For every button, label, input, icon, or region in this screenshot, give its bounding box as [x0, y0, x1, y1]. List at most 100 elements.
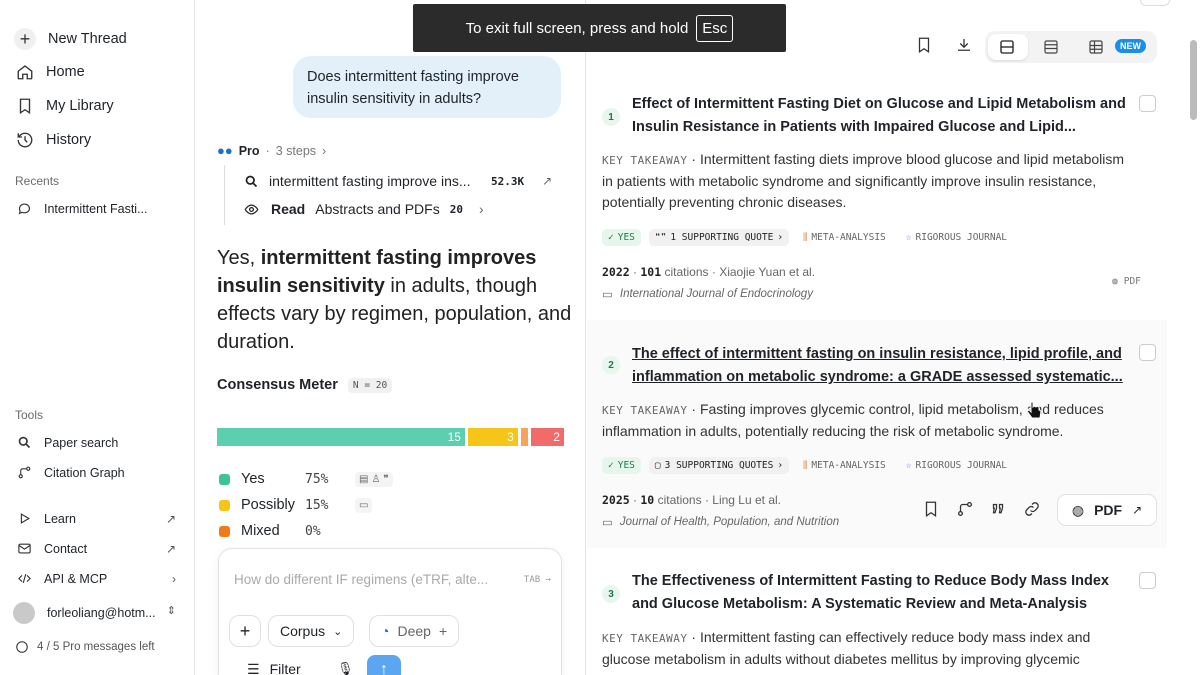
- meta-analysis-icon: ⫼: [803, 460, 808, 471]
- home-icon: [17, 65, 33, 80]
- chevron-right-icon: ›: [777, 232, 784, 243]
- sidebar-item-contact[interactable]: Contact: [17, 541, 87, 556]
- evidence-icons[interactable]: ▭: [355, 497, 373, 513]
- paper-authors: Xiaojie Yuan et al.: [719, 265, 816, 279]
- external-link-icon: ↗: [165, 542, 176, 556]
- sidebar-item-citation-graph[interactable]: Citation Graph: [17, 465, 125, 480]
- cite-button[interactable]: [989, 500, 1009, 520]
- pro-messages-status: 4 / 5 Pro messages left: [15, 640, 155, 654]
- microphone-icon[interactable]: 🎙: [337, 661, 354, 675]
- new-thread-label: New Thread: [48, 31, 127, 47]
- sidebar-item-label: History: [46, 132, 92, 148]
- list-view-icon[interactable]: [1042, 38, 1060, 56]
- sidebar-item-home[interactable]: Home: [16, 63, 85, 81]
- corpus-dropdown[interactable]: Corpus ⌄: [268, 615, 355, 647]
- supporting-quote-tag[interactable]: ▢ 3 SUPPORTING QUOTES ›: [648, 457, 790, 474]
- key-takeaway: KEY TAKEAWAY · Fasting improves glycemic…: [602, 401, 1104, 439]
- paper-card-1[interactable]: 1 Effect of Intermittent Fasting Diet on…: [587, 84, 1167, 314]
- plus-icon: +: [438, 623, 448, 639]
- table-view-icon[interactable]: [1087, 38, 1105, 56]
- submit-button[interactable]: ↑: [367, 655, 401, 675]
- toast-text: To exit full screen, press and hold: [465, 19, 689, 37]
- plus-icon: +: [14, 28, 36, 50]
- download-button[interactable]: [955, 36, 975, 56]
- meter-segment: [520, 428, 528, 446]
- deep-mode-toggle[interactable]: ◔ Deep +: [369, 615, 460, 647]
- copy-link-button[interactable]: [1023, 500, 1043, 520]
- pdf-label: PDF: [1094, 502, 1123, 518]
- sidebar-item-library[interactable]: My Library: [16, 97, 114, 115]
- filter-icon: ☰: [247, 661, 260, 675]
- bookmark-icon: [19, 98, 31, 115]
- sample-size-badge: N = 20: [347, 377, 393, 393]
- legend-row-possibly: Possibly 15% ▭: [219, 497, 373, 513]
- calendar-icon: ▤: [359, 473, 369, 485]
- step-read[interactable]: Read Abstracts and PDFs 20 ›: [244, 201, 484, 217]
- follow-up-input[interactable]: How do different IF regimens (eTRF, alte…: [234, 572, 514, 587]
- sidebar-item-learn[interactable]: Learn: [17, 511, 76, 526]
- step-read-text: Abstracts and PDFs: [315, 201, 440, 217]
- sidebar-item-label: Citation Graph: [44, 465, 125, 480]
- paper-select-checkbox[interactable]: [1139, 95, 1156, 112]
- recent-thread-item[interactable]: Intermittent Fasti...: [17, 201, 148, 216]
- filter-label: Filter: [269, 661, 301, 675]
- deep-label: Deep: [397, 623, 431, 639]
- top-corner-button[interactable]: [1140, 0, 1170, 6]
- separator-dot: ·: [265, 143, 270, 158]
- legend-name: Possibly: [241, 497, 295, 513]
- results-panel: NEW 1 Effect of Intermittent Fasting Die…: [587, 0, 1200, 675]
- book-icon: ▭: [602, 289, 613, 301]
- account-email: forleoliang@hotm...: [47, 606, 156, 620]
- avatar: [13, 602, 35, 624]
- tab-hint: TAB →: [523, 575, 551, 585]
- account-menu[interactable]: forleoliang@hotm...: [13, 602, 156, 624]
- chevron-right-icon: ›: [172, 572, 176, 586]
- legend-swatch: [219, 473, 230, 485]
- quote-label: 1 SUPPORTING QUOTE: [670, 232, 774, 243]
- filter-button[interactable]: ☰ Filter: [247, 661, 301, 675]
- code-icon: [18, 573, 31, 584]
- meter-segment: 3: [467, 428, 518, 446]
- paper-card-3[interactable]: 3 The Effectiveness of Intermittent Fast…: [587, 560, 1167, 675]
- key-takeaway: KEY TAKEAWAY · Intermittent fasting diet…: [602, 151, 1125, 210]
- save-paper-button[interactable]: [922, 500, 942, 520]
- sidebar-item-history[interactable]: History: [16, 131, 91, 149]
- pdf-icon: ◍: [1112, 276, 1118, 287]
- star-icon: ☆: [905, 460, 912, 471]
- paper-title[interactable]: The Effectiveness of Intermittent Fastin…: [632, 570, 1132, 616]
- chevron-right-icon: ›: [478, 201, 484, 217]
- study-design-tag: ⫼ META-ANALYSIS: [797, 229, 892, 246]
- citation-graph-button[interactable]: [956, 500, 976, 520]
- scrollbar-thumb[interactable]: [1190, 40, 1197, 120]
- paper-select-checkbox[interactable]: [1139, 344, 1156, 361]
- scrollbar[interactable]: [1186, 0, 1200, 675]
- sidebar-item-paper-search[interactable]: Paper search: [17, 435, 118, 450]
- key-takeaway: KEY TAKEAWAY · Intermittent fasting can …: [602, 629, 1091, 667]
- hand-cursor-icon: [1026, 401, 1042, 419]
- save-button[interactable]: [915, 36, 935, 56]
- paper-title[interactable]: Effect of Intermittent Fasting Diet on G…: [632, 93, 1132, 139]
- meter-segment: 2: [530, 428, 564, 446]
- pdf-link[interactable]: ◍ PDF: [1112, 276, 1141, 287]
- evidence-icons[interactable]: ▤ ♙ ❞: [355, 471, 393, 487]
- graph-icon: [957, 501, 973, 517]
- supporting-quote-tag[interactable]: ❝❞ 1 SUPPORTING QUOTE ›: [648, 229, 790, 246]
- paper-meta: 2025 · 10 citations · Ling Lu et al.: [602, 493, 781, 507]
- legend-pct: 75%: [305, 471, 329, 487]
- pro-label: Pro: [238, 143, 260, 158]
- question-bubble: Does intermittent fasting improve insuli…: [293, 56, 561, 118]
- yes-label: YES: [617, 232, 635, 243]
- new-thread-button[interactable]: + New Thread: [14, 28, 127, 50]
- paper-select-checkbox[interactable]: [1139, 572, 1156, 589]
- yes-tag: ✓ YES: [602, 457, 641, 474]
- sidebar-item-api[interactable]: API & MCP: [17, 571, 107, 586]
- attach-button[interactable]: +: [229, 615, 261, 647]
- legend-swatch: [219, 525, 230, 537]
- step-search[interactable]: intermittent fasting improve ins... 52.3…: [244, 173, 552, 189]
- paper-title[interactable]: The effect of intermittent fasting on in…: [632, 343, 1132, 389]
- paper-meta: 2022 · 101 citations · Xiaojie Yuan et a…: [602, 265, 816, 279]
- open-pdf-button[interactable]: ◍ PDF ↗: [1057, 494, 1157, 526]
- paper-tags: ✓ YES ▢ 3 SUPPORTING QUOTES › ⫼ META-ANALYSI…: [602, 457, 1013, 474]
- journal-name: International Journal of Endocrinology: [619, 288, 813, 300]
- pro-steps-toggle[interactable]: ●● Pro · 3 steps ›: [217, 143, 326, 158]
